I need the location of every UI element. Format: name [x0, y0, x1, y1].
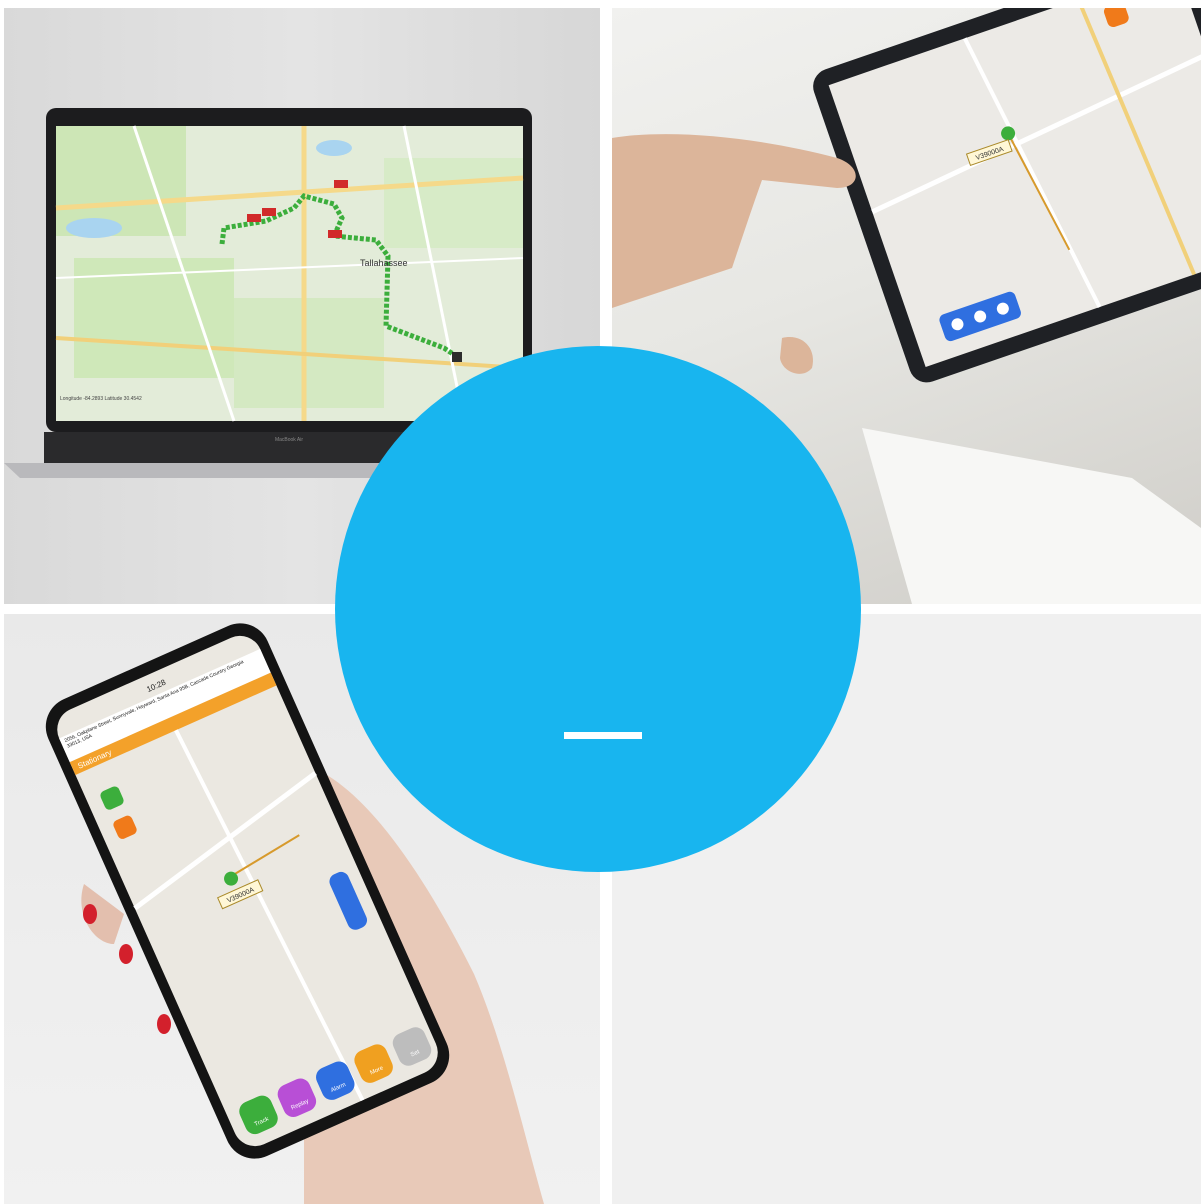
blue-circle-badge: [335, 346, 861, 872]
dash-mark: [564, 732, 642, 739]
map-status-line: Longitude -84.2893 Latitude 30.4542: [60, 396, 142, 402]
laptop-brand-label: MacBook Air: [275, 437, 303, 443]
fingernail: [157, 1014, 171, 1034]
fingernail: [83, 904, 97, 924]
map-city-label: Tallahassee: [360, 258, 408, 268]
hand: [612, 134, 856, 308]
stop-marker: [334, 180, 348, 188]
stop-marker: [262, 208, 276, 216]
vehicle-marker: [452, 352, 462, 362]
stop-marker: [247, 214, 261, 222]
fingernail: [119, 944, 133, 964]
stop-marker: [328, 230, 342, 238]
